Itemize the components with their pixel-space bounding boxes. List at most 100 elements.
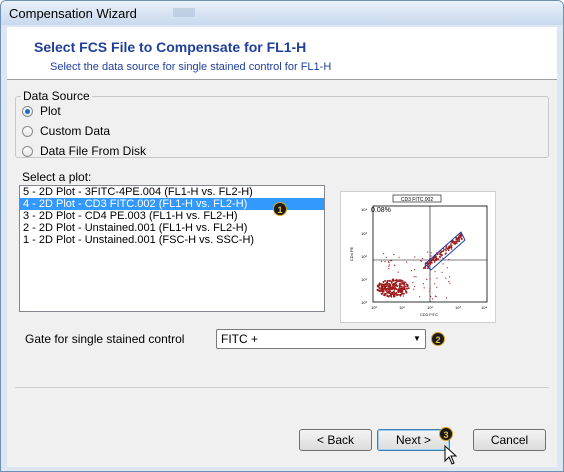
scatter-point <box>389 260 391 262</box>
scatter-point <box>414 269 416 271</box>
scatter-point <box>433 257 436 259</box>
scatter-point <box>422 267 425 270</box>
scatter-point <box>420 260 422 262</box>
scatter-point <box>403 288 406 291</box>
radio-custom-data[interactable]: Custom Data <box>22 123 110 139</box>
select-plot-label: Select a plot: <box>22 170 92 184</box>
list-item[interactable]: 2 - 2D Plot - Unstained.001 (FL1-H vs. F… <box>20 222 324 234</box>
scatter-point <box>398 287 401 290</box>
chevron-down-icon[interactable]: ▼ <box>411 332 423 345</box>
scatter-point <box>413 276 415 278</box>
scatter-point <box>384 261 386 263</box>
list-item[interactable]: 1 - 2D Plot - Unstained.001 (FSC-H vs. S… <box>20 234 324 246</box>
x-tick: 10¹ <box>399 305 405 310</box>
scatter-point <box>458 235 460 237</box>
scatter-point <box>421 257 424 260</box>
scatter-point <box>384 285 386 288</box>
scatter-point <box>406 287 408 290</box>
y-tick: 10³ <box>361 231 367 236</box>
scatter-point <box>413 288 415 290</box>
scatter-point <box>407 287 410 290</box>
scatter-point <box>385 282 388 285</box>
y-tick: 10² <box>361 254 367 259</box>
scatter-point <box>398 279 400 281</box>
scatter-point <box>387 287 389 289</box>
scatter-point <box>414 285 416 288</box>
scatter-point <box>429 262 432 264</box>
cancel-button[interactable]: Cancel <box>473 429 546 451</box>
scatter-point <box>388 265 390 267</box>
plot-preview: CD3 FITC.002 0.08% 10⁰ 10¹ 10² 10³ 10⁴ 1… <box>340 191 496 323</box>
scatter-point <box>378 284 381 286</box>
x-axis-label: CD3 FITC <box>420 312 438 317</box>
scatter-point <box>434 295 436 297</box>
x-tick: 10⁴ <box>481 305 487 310</box>
scatter-point <box>449 282 451 284</box>
radio-data-file-from-disk[interactable]: Data File From Disk <box>22 143 146 159</box>
scatter-point <box>434 260 436 262</box>
y-ticks: 10⁰ 10¹ 10² 10³ 10⁴ <box>361 207 367 305</box>
scatter-point <box>436 286 438 288</box>
scatter-point <box>388 291 391 294</box>
title-bar[interactable]: Compensation Wizard <box>1 1 563 25</box>
scatter-point <box>456 238 459 241</box>
scatter-point <box>382 291 384 293</box>
scatter-point <box>404 290 407 292</box>
scatter-point <box>456 242 458 244</box>
scatter-point <box>401 290 404 293</box>
scatter-point <box>386 290 388 292</box>
scatter-point <box>428 265 430 267</box>
scatter-point <box>406 261 408 263</box>
scatter-point <box>442 263 444 265</box>
mouse-cursor-icon <box>444 445 458 465</box>
y-axis-label: CD4 PE <box>349 246 354 261</box>
scatter-point <box>434 283 436 285</box>
scatter-point <box>377 289 380 291</box>
dot-plot-preview: CD3 FITC.002 0.08% 10⁰ 10¹ 10² 10³ 10⁴ 1… <box>349 194 487 317</box>
page-title: Select FCS File to Compensate for FL1-H <box>34 39 307 55</box>
scatter-point <box>445 277 447 279</box>
scatter-point <box>414 256 416 258</box>
scatter-point <box>437 258 440 260</box>
scatter-point <box>430 295 432 298</box>
scatter-point <box>387 285 390 287</box>
back-button[interactable]: < Back <box>299 429 372 451</box>
radio-plot[interactable]: Plot <box>22 103 61 119</box>
scatter-point <box>434 271 436 273</box>
scatter-point <box>400 285 403 288</box>
scatter-point <box>399 279 402 281</box>
list-item[interactable]: 5 - 2D Plot - 3FITC-4PE.004 (FL1-H vs. F… <box>20 186 324 198</box>
scatter-point <box>412 282 414 284</box>
scatter-point <box>382 282 385 284</box>
scatter-point <box>426 278 428 281</box>
scatter-point <box>388 262 390 264</box>
gate-combobox-value: FITC + <box>221 332 259 346</box>
scatter-point <box>396 294 398 297</box>
radio-checked-icon <box>22 105 33 117</box>
wizard-window: Compensation Wizard Select FCS File to C… <box>0 0 564 472</box>
scatter-point <box>415 276 417 278</box>
scatter-point <box>450 248 453 250</box>
wizard-header: Select FCS File to Compensate for FL1-H … <box>7 27 557 80</box>
scatter-point <box>376 285 379 288</box>
scatter-point <box>427 251 429 253</box>
button-separator <box>15 387 549 388</box>
scatter-point <box>430 255 432 257</box>
scatter-point <box>380 260 383 262</box>
scatter-point <box>390 282 393 284</box>
scatter-point <box>445 297 448 299</box>
scatter-point <box>451 240 454 243</box>
scatter-point <box>430 252 432 254</box>
callout-badge-3: 3 <box>439 427 453 441</box>
gate-combobox[interactable]: FITC + ▼ <box>216 329 426 349</box>
scatter-point <box>398 290 401 293</box>
scatter-point <box>429 278 431 280</box>
scatter-point <box>447 247 450 250</box>
radio-unchecked-icon <box>22 125 33 137</box>
scatter-point <box>378 286 380 289</box>
scatter-point <box>390 293 392 296</box>
scatter-point <box>439 252 442 255</box>
scatter-point <box>419 296 421 298</box>
gate-label: Gate for single stained control <box>25 332 185 346</box>
scatter-point <box>388 279 391 282</box>
